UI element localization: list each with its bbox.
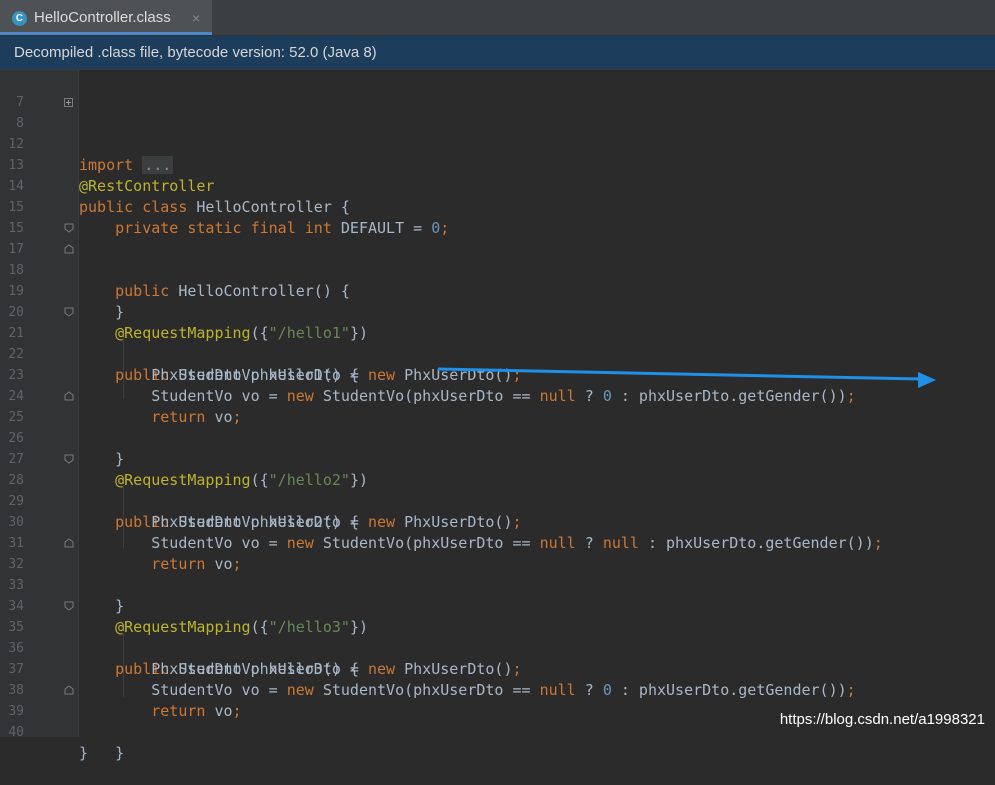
code-line: 39 } [0, 680, 995, 762]
watermark: https://blog.csdn.net/a1998321 [779, 711, 985, 728]
fold-end-icon[interactable] [64, 685, 74, 695]
code-line: 7 [0, 71, 995, 110]
code-line: 17 public HelloController() { [0, 218, 995, 300]
code-line: 34 @RequestMapping({"/hello3"}) [0, 575, 995, 636]
fold-end-icon[interactable] [64, 391, 74, 401]
code-line: 19 [0, 260, 995, 299]
code-line: 30 StudentVo vo = new StudentVo(phxUserD… [0, 491, 995, 552]
code-line: 18 } [0, 239, 995, 321]
code-line: 33 [0, 554, 995, 593]
decompiled-banner: Decompiled .class file, bytecode version… [0, 36, 995, 70]
code-line: 13 @RestController [0, 134, 995, 195]
code-line: 37 StudentVo vo = new StudentVo(phxUserD… [0, 638, 995, 699]
code-line: 25 } [0, 386, 995, 468]
code-line: 15 private static final int DEFAULT = 0; [0, 176, 995, 237]
fold-start-icon[interactable] [64, 601, 74, 611]
code-line: 26 [0, 407, 995, 446]
code-line: 8 import ... [0, 92, 995, 174]
code-line: 24 return vo; [0, 365, 995, 426]
code-line: 31 return vo; [0, 512, 995, 573]
fold-start-icon[interactable] [64, 223, 74, 233]
fold-expand-icon[interactable] [64, 98, 73, 107]
code-line: 22 PhxUserDto phxUserDto = new PhxUserDt… [0, 323, 995, 384]
code-line: 14 public class HelloController { [0, 155, 995, 216]
code-text: } [115, 744, 125, 762]
code-text: } [79, 744, 89, 762]
close-icon[interactable]: × [192, 10, 200, 26]
fold-start-icon[interactable] [64, 454, 74, 464]
active-tab-indicator [0, 32, 212, 35]
class-c-icon: C [12, 11, 27, 26]
code-editor[interactable]: 7 8 import ... 12 13 @RestController 14 … [0, 70, 995, 762]
code-line: 15 [0, 197, 995, 236]
code-line: 29 PhxUserDto phxUserDto = new PhxUserDt… [0, 470, 995, 531]
code-line: 32 } [0, 533, 995, 615]
code-line: 28 public StudentVo hello2() { [0, 449, 995, 531]
tab-hello-controller[interactable]: C HelloController.class × [0, 0, 212, 35]
code-line: 38 return vo; [0, 659, 995, 720]
code-line: 20 @RequestMapping({"/hello1"}) [0, 281, 995, 342]
fold-start-icon[interactable] [64, 307, 74, 317]
banner-text: Decompiled .class file, bytecode version… [14, 44, 377, 61]
fold-end-icon[interactable] [64, 538, 74, 548]
line-number: 40 [8, 725, 24, 740]
code-line: 27 @RequestMapping({"/hello2"}) [0, 428, 995, 489]
code-line: 21 public StudentVo hello1() { [0, 302, 995, 384]
code-line: 35 public StudentVo hello3() { [0, 596, 995, 678]
editor-tab-bar: C HelloController.class × [0, 0, 995, 36]
code-line: 12 [0, 113, 995, 152]
code-line: 36 PhxUserDto phxUserDto = new PhxUserDt… [0, 617, 995, 678]
code-line: 23 StudentVo vo = new StudentVo(phxUserD… [0, 344, 995, 405]
fold-end-icon[interactable] [64, 244, 74, 254]
tab-title: HelloController.class [34, 9, 171, 26]
